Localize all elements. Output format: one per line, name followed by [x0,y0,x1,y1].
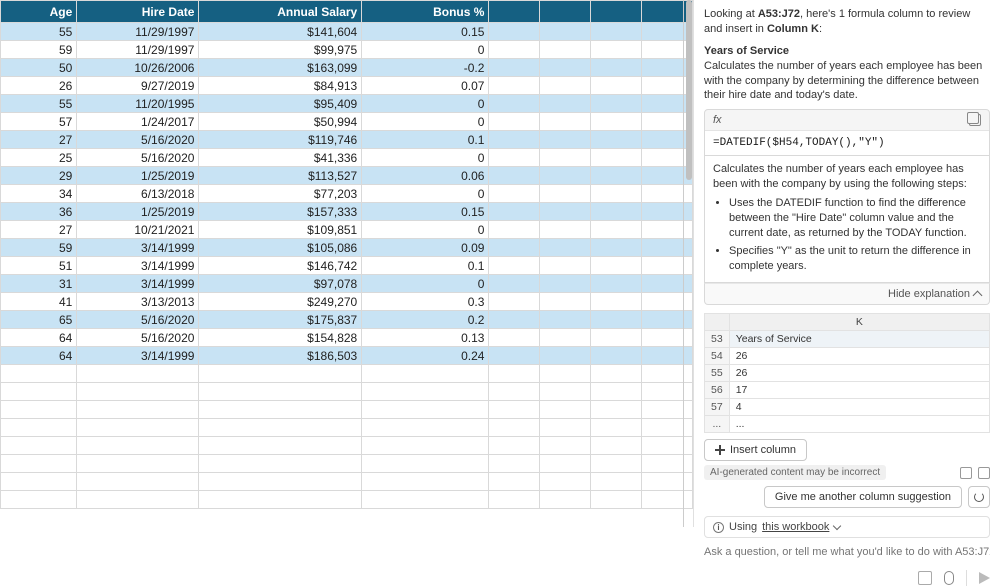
col-sal[interactable]: Annual Salary [199,1,362,23]
table-row[interactable] [1,455,693,473]
table-row[interactable]: 5511/29/1997$141,6040.15 [1,23,693,41]
thumbs-up-icon[interactable] [960,467,972,479]
table-row[interactable]: 269/27/2019$84,9130.07 [1,77,693,95]
table-row[interactable]: 2710/21/2021$109,8510 [1,221,693,239]
table-row[interactable]: 291/25/2019$113,5270.06 [1,167,693,185]
preview-row: ...... [705,416,990,433]
preview-row: 53Years of Service [705,331,990,348]
prompt-input[interactable] [704,544,990,560]
table-row[interactable] [1,365,693,383]
chevron-down-icon [833,522,841,530]
table-row[interactable]: 571/24/2017$50,9940 [1,113,693,131]
col-age[interactable]: Age [1,1,77,23]
explain-lead: Calculates the number of years each empl… [713,162,981,192]
data-table: Age Hire Date Annual Salary Bonus % 5511… [0,0,693,509]
table-row[interactable] [1,491,693,509]
table-row[interactable]: 513/14/1999$146,7420.1 [1,257,693,275]
col-hire[interactable]: Hire Date [77,1,199,23]
fx-label: fx [713,114,722,126]
preview-row: 574 [705,399,990,416]
formula-box: fx =DATEDIF($H54,TODAY(),"Y") [704,109,990,156]
explanation-box: Calculates the number of years each empl… [704,156,990,283]
table-row[interactable]: 5911/29/1997$99,9750 [1,41,693,59]
table-row[interactable]: 5511/20/1995$95,4090 [1,95,693,113]
suggestion-title: Years of Service [704,45,990,57]
preview-row: 5526 [705,365,990,382]
preview-row: 5426 [705,348,990,365]
preview-table: K 53Years of Service542655265617574.....… [704,313,990,433]
table-row[interactable] [1,437,693,455]
plus-icon [715,445,725,455]
another-suggestion-button[interactable]: Give me another column suggestion [764,486,962,508]
formula-code[interactable]: =DATEDIF($H54,TODAY(),"Y") [705,131,989,155]
send-icon[interactable] [979,572,990,584]
table-row[interactable]: 593/14/1999$105,0860.09 [1,239,693,257]
table-row[interactable]: 5010/26/2006$163,099-0.2 [1,59,693,77]
table-row[interactable]: 413/13/2013$249,2700.3 [1,293,693,311]
table-row[interactable] [1,401,693,419]
explain-bullet: Specifies "Y" as the unit to return the … [729,244,981,274]
vertical-scrollbar[interactable] [683,0,693,527]
explain-bullet: Uses the DATEDIF function to find the di… [729,196,981,241]
refresh-icon [974,492,984,502]
col-bonus[interactable]: Bonus % [362,1,489,23]
info-icon: i [713,522,724,533]
copilot-panel: Looking at A53:J72, here's 1 formula col… [693,0,1000,527]
intro-text: Looking at A53:J72, here's 1 formula col… [704,7,990,37]
chevron-up-icon [973,291,983,301]
table-row[interactable]: 313/14/1999$97,0780 [1,275,693,293]
table-row[interactable]: 255/16/2020$41,3360 [1,149,693,167]
table-row[interactable]: 346/13/2018$77,2030 [1,185,693,203]
table-row[interactable]: 275/16/2020$119,7460.1 [1,131,693,149]
suggestion-desc: Calculates the number of years each empl… [704,59,990,104]
table-row[interactable] [1,383,693,401]
spreadsheet-area[interactable]: Age Hire Date Annual Salary Bonus % 5511… [0,0,693,527]
refresh-button[interactable] [968,486,990,508]
copy-icon[interactable] [969,114,981,126]
table-row[interactable]: 655/16/2020$175,8370.2 [1,311,693,329]
hide-explanation-button[interactable]: Hide explanation [704,283,990,305]
attach-icon[interactable] [918,571,932,585]
header-row: Age Hire Date Annual Salary Bonus % [1,1,693,23]
table-row[interactable] [1,419,693,437]
preview-row: 5617 [705,382,990,399]
table-row[interactable] [1,473,693,491]
scrollbar-thumb[interactable] [686,0,692,180]
table-row[interactable]: 645/16/2020$154,8280.13 [1,329,693,347]
context-link[interactable]: this workbook [762,521,829,533]
preview-col-letter: K [729,314,989,331]
context-bar[interactable]: i Using this workbook [704,516,990,538]
insert-column-button[interactable]: Insert column [704,439,807,461]
table-row[interactable]: 361/25/2019$157,3330.15 [1,203,693,221]
mic-icon[interactable] [944,571,954,585]
thumbs-down-icon[interactable] [978,467,990,479]
table-row[interactable]: 643/14/1999$186,5030.24 [1,347,693,365]
ai-disclaimer: AI-generated content may be incorrect [704,465,886,480]
